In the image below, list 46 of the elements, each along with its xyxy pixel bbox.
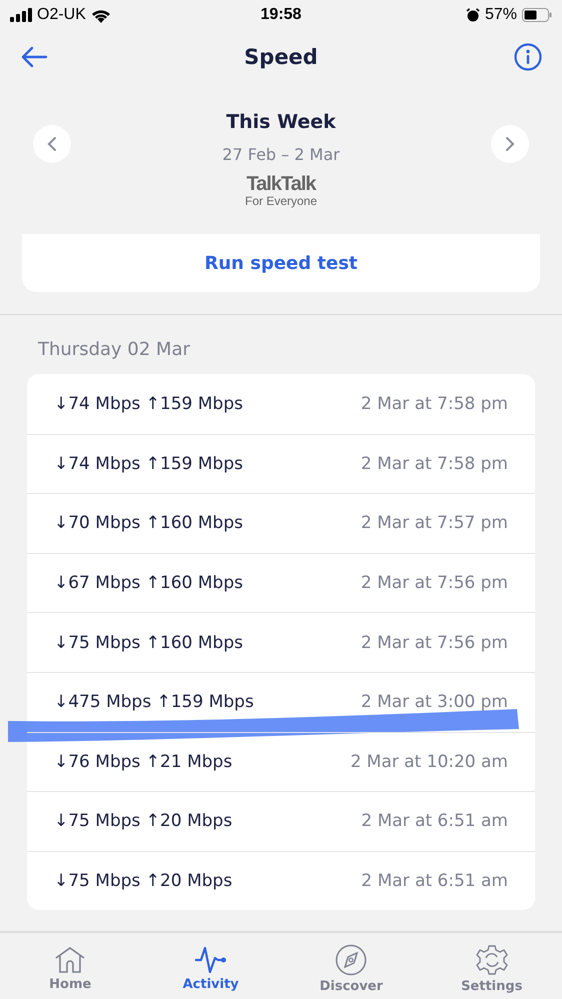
- back-button[interactable]: [20, 45, 48, 69]
- speed-reading: ↓75 Mbps ↑20 Mbps: [54, 811, 232, 832]
- tab-bar-item[interactable]: Home: [20, 940, 120, 992]
- run-speed-test-button[interactable]: Run speed test: [22, 234, 540, 292]
- next-button[interactable]: [491, 125, 529, 163]
- brand-name: TalkTalk: [246, 174, 316, 194]
- test-time: 2 Mar at 6:51 am: [361, 871, 508, 892]
- home-icon: [54, 946, 86, 974]
- test-time: 2 Mar at 3:00 pm: [360, 692, 508, 712]
- day-heading: Thursday 02 Mar: [38, 339, 192, 360]
- speed-reading: ↓70 Mbps ↑160 Mbps: [54, 513, 243, 534]
- signal-icon: [10, 8, 32, 22]
- chevron-right-icon: [505, 136, 515, 152]
- compass-icon: [335, 944, 368, 976]
- tab-bar-item[interactable]: Settings: [442, 938, 542, 994]
- speed-reading: ↓75 Mbps ↑160 Mbps: [54, 632, 243, 653]
- speed-reading: ↓74 Mbps ↑159 Mbps: [54, 394, 243, 414]
- test-time: 2 Mar at 7:58 pm: [360, 394, 508, 414]
- test-time: 2 Mar at 7:58 pm: [360, 454, 508, 474]
- wifi-icon: [90, 8, 111, 22]
- test-time: 2 Mar at 10:20 am: [350, 752, 508, 772]
- battery-percent: 57%: [484, 6, 517, 24]
- tab-bar-item[interactable]: Discover: [301, 938, 402, 994]
- speed-reading: ↓67 Mbps ↑160 Mbps: [54, 573, 243, 594]
- page-title: Speed: [244, 45, 318, 69]
- speed-reading: ↓475 Mbps ↑159 Mbps: [54, 692, 254, 712]
- info-button[interactable]: [514, 43, 542, 71]
- battery-icon: [522, 8, 552, 22]
- date-range: 27 Feb – 2 Mar: [222, 144, 340, 164]
- pulse-icon: [194, 946, 227, 974]
- speed-reading: ↓74 Mbps ↑159 Mbps: [54, 454, 243, 474]
- tab-bar-item[interactable]: Activity: [160, 940, 261, 992]
- test-time: 2 Mar at 7:56 pm: [360, 632, 508, 653]
- test-time: 2 Mar at 7:57 pm: [360, 513, 508, 534]
- brand-tagline: For Everyone: [244, 194, 318, 208]
- test-time: 2 Mar at 7:56 pm: [360, 573, 508, 594]
- clock-time: 19:58: [260, 6, 302, 24]
- speed-reading: ↓76 Mbps ↑21 Mbps: [54, 752, 232, 772]
- chevron-left-icon: [47, 136, 57, 152]
- alarm-icon: [466, 8, 480, 22]
- carrier-name: O2-UK: [37, 6, 86, 24]
- test-time: 2 Mar at 6:51 am: [361, 811, 508, 832]
- settings-icon: [476, 944, 508, 976]
- period-title: This Week: [226, 110, 336, 132]
- speed-reading: ↓75 Mbps ↑20 Mbps: [54, 871, 232, 892]
- previous-button[interactable]: [33, 125, 71, 163]
